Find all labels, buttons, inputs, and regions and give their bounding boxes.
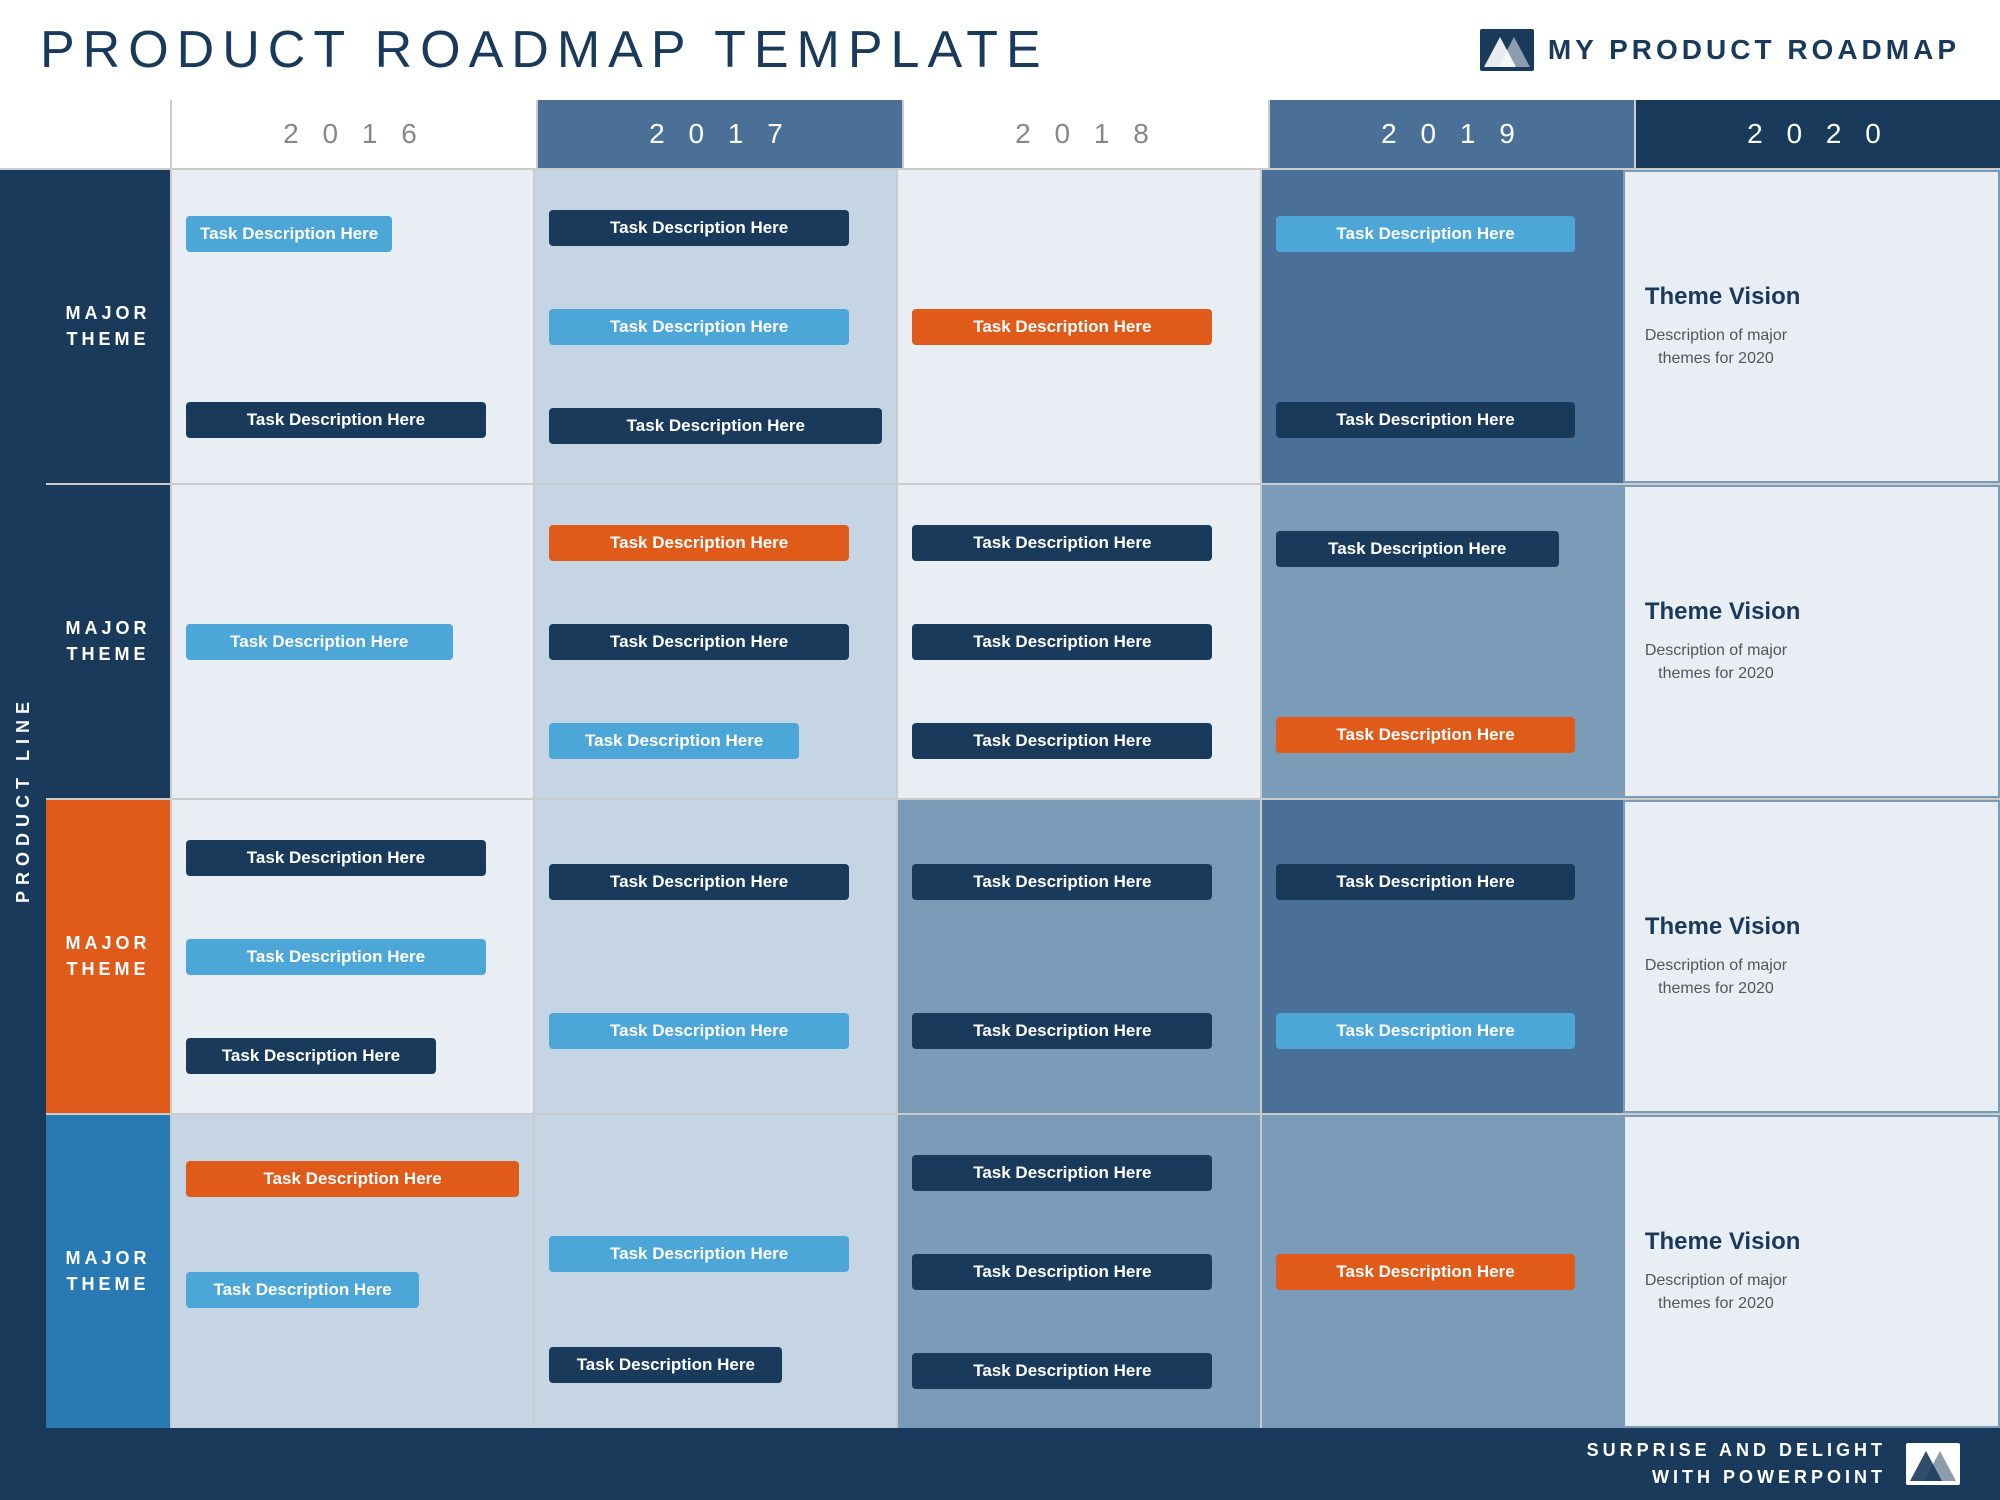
task-btn[interactable]: Task Description Here [549, 1013, 849, 1049]
vision-title-4: Theme Vision [1645, 1228, 1801, 1256]
year-header-2018: 2 0 1 8 [902, 100, 1268, 168]
year-header-2019: 2 0 1 9 [1268, 100, 1634, 168]
cell-r2-2018: Task Description Here Task Description H… [896, 485, 1259, 798]
cell-r4-2020: Theme Vision Description of majorthemes … [1623, 1115, 2000, 1428]
task-btn[interactable]: Task Description Here [186, 939, 486, 975]
vision-desc-1: Description of majorthemes for 2020 [1645, 325, 1787, 370]
task-btn[interactable]: Task Description Here [549, 624, 849, 660]
task-btn[interactable]: Task Description Here [912, 309, 1212, 345]
grid-row-1: MAJORTHEME Task Description Here Task De… [46, 170, 2000, 485]
header-logo-text: MY PRODUCT ROADMAP [1548, 34, 1960, 66]
vision-title-3: Theme Vision [1645, 913, 1801, 941]
vision-desc-3: Description of majorthemes for 2020 [1645, 955, 1787, 1000]
grid-row-3: MAJORTHEME Task Description Here Task De… [46, 800, 2000, 1115]
cell-r4-2016: Task Description Here Task Description H… [170, 1115, 533, 1428]
year-header-2017: 2 0 1 7 [536, 100, 902, 168]
task-btn[interactable]: Task Description Here [186, 840, 486, 876]
cell-r4-2018: Task Description Here Task Description H… [896, 1115, 1259, 1428]
task-btn[interactable]: Task Description Here [1276, 531, 1559, 567]
cell-r1-2016: Task Description Here Task Description H… [170, 170, 533, 483]
footer-line1: SURPRISE AND DELIGHT [1587, 1437, 1886, 1464]
year-header: 2 0 1 6 2 0 1 7 2 0 1 8 2 0 1 9 2 0 2 0 [0, 100, 2000, 170]
task-btn[interactable]: Task Description Here [912, 723, 1212, 759]
product-line-label: PRODUCT LINE [0, 170, 46, 1428]
grid-row-2: MAJORTHEME Task Description Here Task De… [46, 485, 2000, 800]
header-logo-area: MY PRODUCT ROADMAP [1480, 29, 1960, 71]
vision-desc-4: Description of majorthemes for 2020 [1645, 1270, 1787, 1315]
footer-line2: WITH POWERPOINT [1587, 1464, 1886, 1491]
task-btn[interactable]: Task Description Here [912, 864, 1212, 900]
grid-row-4: MAJORTHEME Task Description Here Task De… [46, 1115, 2000, 1428]
theme-cell-1: MAJORTHEME [46, 170, 170, 483]
task-btn[interactable]: Task Description Here [186, 1038, 436, 1074]
footer: SURPRISE AND DELIGHT WITH POWERPOINT [0, 1428, 2000, 1500]
task-btn[interactable]: Task Description Here [549, 309, 849, 345]
header-title: PRODUCT ROADMAP TEMPLATE [40, 20, 1049, 80]
cell-r2-2019: Task Description Here Task Description H… [1260, 485, 1623, 798]
cell-r4-2017: Task Description Here Task Description H… [533, 1115, 896, 1428]
task-btn[interactable]: Task Description Here [549, 723, 799, 759]
task-btn[interactable]: Task Description Here [912, 1013, 1212, 1049]
product-line-text: PRODUCT LINE [13, 696, 34, 903]
cell-r3-2016: Task Description Here Task Description H… [170, 800, 533, 1113]
footer-text: SURPRISE AND DELIGHT WITH POWERPOINT [1587, 1437, 1886, 1491]
year-header-2020: 2 0 2 0 [1634, 100, 2000, 168]
task-btn[interactable]: Task Description Here [912, 525, 1212, 561]
header: PRODUCT ROADMAP TEMPLATE MY PRODUCT ROAD… [0, 0, 2000, 100]
task-btn[interactable]: Task Description Here [1276, 864, 1576, 900]
task-btn[interactable]: Task Description Here [549, 1236, 849, 1272]
task-btn[interactable]: Task Description Here [912, 1353, 1212, 1389]
task-btn[interactable]: Task Description Here [186, 216, 392, 252]
task-btn[interactable]: Task Description Here [186, 624, 453, 660]
task-btn[interactable]: Task Description Here [549, 210, 849, 246]
cell-r2-2017: Task Description Here Task Description H… [533, 485, 896, 798]
cell-r4-2019: Task Description Here [1260, 1115, 1623, 1428]
task-btn[interactable]: Task Description Here [912, 624, 1212, 660]
year-header-2016: 2 0 1 6 [170, 100, 536, 168]
vision-title-2: Theme Vision [1645, 598, 1801, 626]
cell-r3-2020: Theme Vision Description of majorthemes … [1623, 800, 2000, 1113]
year-header-spacer [0, 100, 170, 168]
task-btn[interactable]: Task Description Here [912, 1155, 1212, 1191]
cell-r1-2019: Task Description Here Task Description H… [1260, 170, 1623, 483]
cell-r3-2019: Task Description Here Task Description H… [1260, 800, 1623, 1113]
task-btn[interactable]: Task Description Here [186, 402, 486, 438]
main-grid: PRODUCT LINE MAJORTHEME Task Description… [0, 170, 2000, 1428]
theme-cell-3: MAJORTHEME [46, 800, 170, 1113]
footer-logo-icon [1906, 1443, 1960, 1485]
cell-r1-2020: Theme Vision Description of majorthemes … [1623, 170, 2000, 483]
rows-container: MAJORTHEME Task Description Here Task De… [46, 170, 2000, 1428]
task-btn[interactable]: Task Description Here [1276, 1254, 1576, 1290]
cell-r2-2020: Theme Vision Description of majorthemes … [1623, 485, 2000, 798]
task-btn[interactable]: Task Description Here [549, 1347, 782, 1383]
task-btn[interactable]: Task Description Here [549, 408, 882, 444]
task-btn[interactable]: Task Description Here [186, 1161, 519, 1197]
task-btn[interactable]: Task Description Here [912, 1254, 1212, 1290]
task-btn[interactable]: Task Description Here [186, 1272, 419, 1308]
cell-r1-2017: Task Description Here Task Description H… [533, 170, 896, 483]
task-btn[interactable]: Task Description Here [1276, 1013, 1576, 1049]
cell-r3-2017: Task Description Here Task Description H… [533, 800, 896, 1113]
cell-r1-2018: Task Description Here [896, 170, 1259, 483]
task-btn[interactable]: Task Description Here [1276, 717, 1576, 753]
task-btn[interactable]: Task Description Here [1276, 402, 1576, 438]
cell-r3-2018: Task Description Here Task Description H… [896, 800, 1259, 1113]
cell-r2-2016: Task Description Here [170, 485, 533, 798]
task-btn[interactable]: Task Description Here [549, 525, 849, 561]
logo-icon [1480, 29, 1534, 71]
vision-desc-2: Description of majorthemes for 2020 [1645, 640, 1787, 685]
task-btn[interactable]: Task Description Here [1276, 216, 1576, 252]
vision-title-1: Theme Vision [1645, 283, 1801, 311]
task-btn[interactable]: Task Description Here [549, 864, 849, 900]
theme-cell-4: MAJORTHEME [46, 1115, 170, 1428]
theme-cell-2: MAJORTHEME [46, 485, 170, 798]
